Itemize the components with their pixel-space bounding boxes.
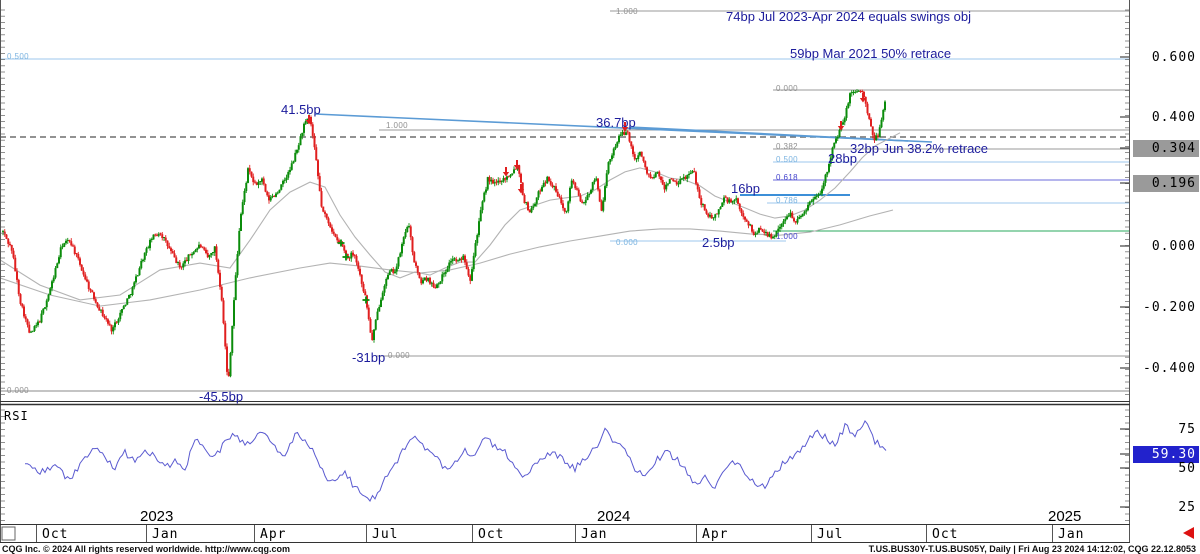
chart-canvas[interactable] — [0, 0, 1200, 554]
moving-average-slow — [0, 210, 893, 306]
scroll-left-arrow-icon[interactable] — [1183, 527, 1194, 539]
candlesticks — [3, 89, 885, 377]
status-bar-contract-info: T.US.BUS30Y-T.US.BUS05Y, Daily | Fri Aug… — [869, 544, 1196, 554]
axis-ticks — [1, 10, 1129, 521]
panel-borders — [0, 0, 1130, 543]
cqg-chart-window: 1.0000.5000.0001.0000.3820.5000.6180.786… — [0, 0, 1200, 554]
status-bar-copyright: CQG Inc. © 2024 All rights reserved worl… — [2, 544, 290, 554]
trendline-2[interactable] — [630, 127, 908, 141]
rsi-line — [25, 421, 886, 501]
moving-average-fast — [0, 133, 900, 300]
rsi-panel-label: RSI — [4, 409, 29, 423]
axis-corner-box[interactable] — [2, 527, 15, 540]
